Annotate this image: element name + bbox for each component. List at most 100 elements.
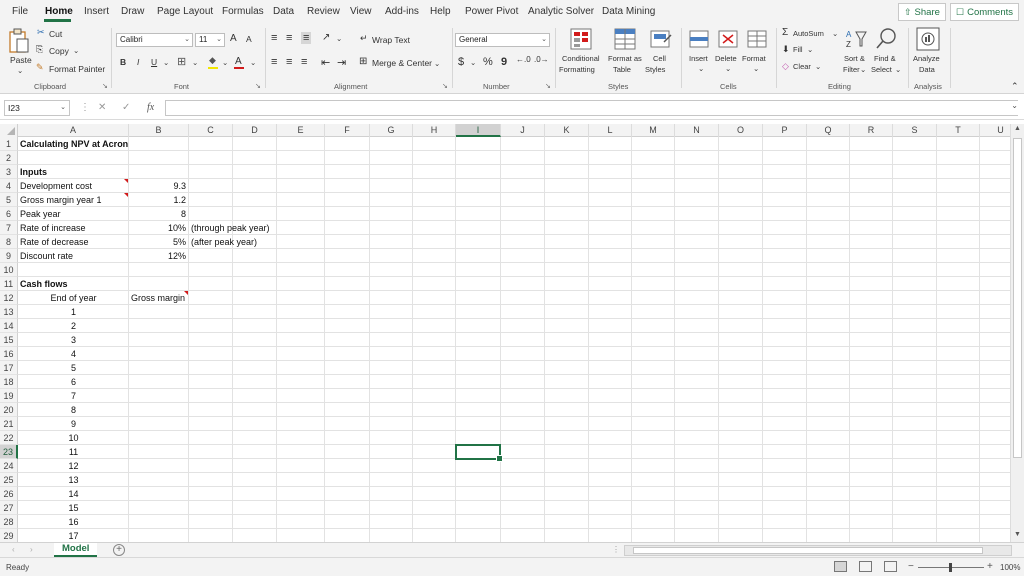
row-header-15[interactable]: 15 bbox=[0, 333, 18, 347]
cell-a4[interactable]: Development cost bbox=[20, 179, 92, 193]
currency-button[interactable]: $ bbox=[458, 56, 464, 68]
cell-a13[interactable]: 1 bbox=[18, 305, 129, 319]
orientation-icon[interactable]: ↗ bbox=[322, 32, 330, 43]
find-select-button[interactable]: Find & bbox=[874, 54, 896, 63]
autosum-button[interactable]: AutoSum bbox=[793, 29, 824, 38]
clipboard-launcher-icon[interactable]: ↘ bbox=[102, 82, 108, 90]
row-header-14[interactable]: 14 bbox=[0, 319, 18, 333]
row-header-1[interactable]: 1 bbox=[0, 137, 18, 151]
tab-file[interactable]: File bbox=[12, 6, 28, 17]
comments-button[interactable]: ☐ Comments bbox=[950, 3, 1020, 21]
cell-a15[interactable]: 3 bbox=[18, 333, 129, 347]
share-button[interactable]: ⇧ Share bbox=[898, 3, 946, 21]
cancel-icon[interactable]: ✕ bbox=[98, 102, 106, 113]
cell-a7[interactable]: Rate of increase bbox=[20, 221, 86, 235]
zoom-slider-handle[interactable] bbox=[949, 563, 952, 572]
name-box[interactable]: I23 ⌄ bbox=[4, 100, 70, 116]
sort-filter-button[interactable]: Sort & bbox=[844, 54, 865, 63]
number-format-select[interactable]: General ⌄ bbox=[455, 33, 550, 47]
tab-help[interactable]: Help bbox=[430, 6, 451, 17]
delete-dropdown-icon[interactable]: ⌄ bbox=[725, 64, 731, 73]
delete-cells-button[interactable]: Delete bbox=[715, 54, 737, 63]
cell-a26[interactable]: 14 bbox=[18, 487, 129, 501]
format-painter-button[interactable]: Format Painter bbox=[49, 64, 105, 74]
cell-a17[interactable]: 5 bbox=[18, 361, 129, 375]
row-header-8[interactable]: 8 bbox=[0, 235, 18, 249]
format-as-table-button[interactable]: Format as bbox=[608, 54, 642, 63]
column-header-c[interactable]: C bbox=[189, 124, 233, 137]
bold-button[interactable]: B bbox=[120, 57, 126, 67]
cell-a20[interactable]: 8 bbox=[18, 403, 129, 417]
underline-dropdown-icon[interactable]: ⌄ bbox=[163, 58, 169, 67]
column-header-d[interactable]: D bbox=[233, 124, 277, 137]
format-dropdown-icon[interactable]: ⌄ bbox=[753, 64, 759, 73]
tab-data[interactable]: Data bbox=[273, 6, 294, 17]
row-header-13[interactable]: 13 bbox=[0, 305, 18, 319]
format-as-table-icon[interactable] bbox=[614, 28, 636, 50]
cell-a19[interactable]: 7 bbox=[18, 389, 129, 403]
row-header-9[interactable]: 9 bbox=[0, 249, 18, 263]
sort-filter-dropdown-icon[interactable]: ⌄ bbox=[860, 65, 866, 74]
cell-b6[interactable]: 8 bbox=[129, 207, 186, 221]
cell-a9[interactable]: Discount rate bbox=[20, 249, 73, 263]
collapse-ribbon-icon[interactable]: ⌃ bbox=[1011, 81, 1019, 92]
row-header-10[interactable]: 10 bbox=[0, 263, 18, 277]
cell-a16[interactable]: 4 bbox=[18, 347, 129, 361]
add-sheet-icon[interactable]: + bbox=[113, 544, 125, 556]
row-header-26[interactable]: 26 bbox=[0, 487, 18, 501]
fill-button[interactable]: Fill bbox=[793, 45, 803, 54]
tab-view[interactable]: View bbox=[350, 6, 372, 17]
align-left-icon[interactable]: ≡ bbox=[271, 56, 277, 68]
scroll-down-icon[interactable]: ▼ bbox=[1014, 531, 1021, 538]
row-header-24[interactable]: 24 bbox=[0, 459, 18, 473]
cell-c8[interactable]: (after peak year) bbox=[191, 235, 257, 249]
copy-dropdown-icon[interactable]: ⌄ bbox=[73, 46, 79, 55]
cell-a1[interactable]: Calculating NPV at Acron bbox=[20, 137, 128, 151]
normal-view-icon[interactable] bbox=[834, 561, 847, 572]
cell-a3[interactable]: Inputs bbox=[20, 165, 47, 179]
wrap-text-icon[interactable]: ↵ bbox=[360, 33, 368, 44]
more-options-icon[interactable]: ⋮ bbox=[80, 102, 90, 113]
row-header-16[interactable]: 16 bbox=[0, 347, 18, 361]
insert-dropdown-icon[interactable]: ⌄ bbox=[698, 64, 704, 73]
cut-icon[interactable]: ✂ bbox=[37, 27, 45, 38]
align-bottom-icon[interactable]: ≡ bbox=[301, 32, 312, 44]
underline-button[interactable]: U bbox=[151, 57, 157, 67]
align-center-icon[interactable]: ≡ bbox=[286, 56, 292, 68]
borders-icon[interactable]: ⊞ bbox=[177, 55, 186, 68]
cell-a11[interactable]: Cash flows bbox=[20, 277, 68, 291]
cell-a21[interactable]: 9 bbox=[18, 417, 129, 431]
fill-dropdown-icon[interactable]: ⌄ bbox=[807, 45, 813, 54]
tab-insert[interactable]: Insert bbox=[84, 6, 109, 17]
comment-indicator-a4[interactable] bbox=[124, 179, 128, 183]
paste-button[interactable]: Paste bbox=[10, 55, 32, 65]
column-header-i[interactable]: I bbox=[456, 124, 501, 137]
row-header-5[interactable]: 5 bbox=[0, 193, 18, 207]
fill-color-icon[interactable]: ◆ bbox=[209, 55, 216, 66]
font-color-icon[interactable]: A bbox=[235, 56, 242, 67]
cell-a5[interactable]: Gross margin year 1 bbox=[20, 193, 102, 207]
alignment-launcher-icon[interactable]: ↘ bbox=[442, 82, 448, 90]
paste-icon[interactable] bbox=[8, 28, 30, 54]
tab-add-ins[interactable]: Add-ins bbox=[385, 6, 419, 17]
tab-formulas[interactable]: Formulas bbox=[222, 6, 264, 17]
row-header-19[interactable]: 19 bbox=[0, 389, 18, 403]
row-header-27[interactable]: 27 bbox=[0, 501, 18, 515]
cell-a18[interactable]: 6 bbox=[18, 375, 129, 389]
increase-decimal-icon[interactable]: ←.0 bbox=[516, 55, 531, 64]
cell-c7[interactable]: (through peak year) bbox=[191, 221, 270, 235]
percent-button[interactable]: % bbox=[483, 56, 493, 68]
row-header-21[interactable]: 21 bbox=[0, 417, 18, 431]
format-cells-button[interactable]: Format bbox=[742, 54, 766, 63]
row-header-7[interactable]: 7 bbox=[0, 221, 18, 235]
row-header-20[interactable]: 20 bbox=[0, 403, 18, 417]
sheet-tab-model[interactable]: Model bbox=[54, 543, 98, 557]
enter-icon[interactable]: ✓ bbox=[122, 102, 130, 113]
wrap-text-button[interactable]: Wrap Text bbox=[372, 35, 410, 45]
borders-dropdown-icon[interactable]: ⌄ bbox=[192, 58, 198, 67]
number-launcher-icon[interactable]: ↘ bbox=[545, 82, 551, 90]
cell-a12[interactable]: End of year bbox=[18, 291, 129, 305]
copy-icon[interactable]: ⎘ bbox=[36, 44, 43, 55]
font-name-select[interactable]: Calibri ⌄ bbox=[116, 33, 193, 47]
column-header-m[interactable]: M bbox=[632, 124, 675, 137]
